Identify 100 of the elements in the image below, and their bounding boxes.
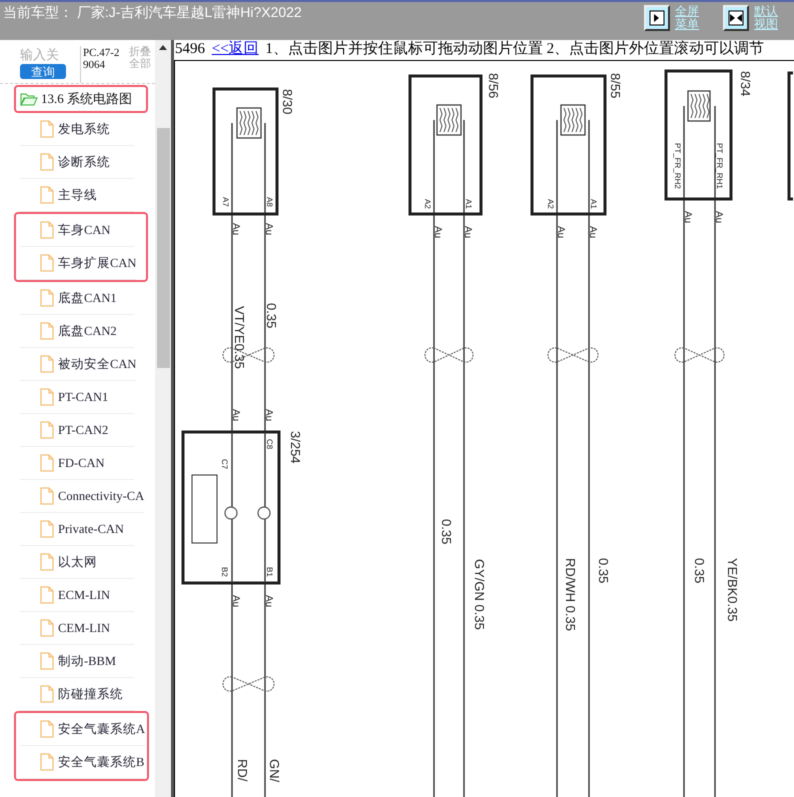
document-icon bbox=[40, 586, 54, 604]
tree-item[interactable]: 车身CAN bbox=[20, 214, 134, 247]
tree-item[interactable]: 主导线 bbox=[20, 179, 134, 212]
tree-item[interactable]: 车身扩展CAN bbox=[20, 247, 136, 280]
document-icon bbox=[40, 421, 54, 439]
connector-label: 3/254 bbox=[288, 431, 303, 464]
tree-item[interactable]: 制动-BBM bbox=[20, 645, 134, 678]
scrollbar[interactable] bbox=[155, 40, 171, 797]
wire-label: 0.35 bbox=[692, 558, 707, 584]
twist-symbol bbox=[424, 347, 474, 363]
pin-label: C7 bbox=[220, 459, 229, 470]
page-number: 5496 bbox=[175, 41, 205, 57]
pin-label: A7 bbox=[221, 197, 230, 207]
pin-label: C8 bbox=[265, 439, 274, 450]
document-icon bbox=[40, 520, 54, 538]
wire-label: GN/ bbox=[267, 759, 282, 782]
terminal-label: Au bbox=[555, 226, 566, 238]
connector-label: 8/56 bbox=[486, 73, 501, 98]
tree-item[interactable]: 安全气囊系统A bbox=[20, 713, 146, 746]
terminal-label: Au bbox=[263, 595, 274, 608]
tree-item[interactable]: ECM-LIN bbox=[20, 579, 134, 612]
tree-item[interactable]: 诊断系统 bbox=[20, 146, 134, 179]
twist-symbol bbox=[548, 347, 598, 363]
tree-item[interactable]: PT-CAN2 bbox=[20, 414, 134, 447]
scrollbar-thumb[interactable] bbox=[156, 128, 170, 368]
tree-item[interactable]: CEM-LIN bbox=[20, 612, 134, 645]
vehicle-title: 当前车型： 厂家:J-吉利汽车星越L雷神Hi?X2022 bbox=[3, 4, 302, 22]
expand-icon[interactable] bbox=[644, 5, 670, 31]
diagram-canvas[interactable]: 8/30 A7 A8 Au Au 8/56 A2 A1 Au Au 8/55 A2 A1 Au Au 8/34 PT_FR_RH2 PT_FR_RH1 Au Au 3/254 C7 C8 B2 B1 Au Au Au Au 0.35 VT/YE0.35 0.35 GY/GN 0.35 RD/WH 0.35 0.35 0.35 YE/BK0.35 RD/ GN/ bbox=[174, 61, 794, 797]
document-icon bbox=[40, 619, 54, 637]
connector-plug-drawing bbox=[236, 107, 262, 139]
document-icon bbox=[40, 186, 54, 204]
wire-label: VT/YE0.35 bbox=[232, 306, 247, 369]
connector-plug-drawing bbox=[436, 104, 462, 136]
document-icon bbox=[40, 454, 54, 472]
document-icon bbox=[40, 289, 54, 307]
tree-item[interactable]: 安全气囊系统B bbox=[20, 746, 144, 779]
terminal-label: Au bbox=[587, 226, 598, 238]
tree-item[interactable]: Private-CAN bbox=[20, 513, 134, 546]
pin-label: PT_FR_RH2 bbox=[673, 143, 682, 189]
search-button[interactable]: 查询 bbox=[20, 64, 66, 79]
wire-label: 0.35 bbox=[264, 303, 279, 328]
pin-label: A8 bbox=[265, 197, 274, 207]
pin-label: A1 bbox=[464, 199, 473, 209]
connector-label: 8/55 bbox=[608, 73, 623, 98]
terminal-label: Au bbox=[230, 409, 241, 422]
document-icon bbox=[40, 685, 54, 703]
wire-label: 0.35 bbox=[439, 519, 454, 544]
pin-label: B2 bbox=[220, 567, 229, 577]
terminal-label: Au bbox=[230, 595, 241, 608]
document-icon bbox=[40, 487, 54, 505]
wire-label: 0.35 bbox=[596, 558, 611, 584]
document-icon bbox=[40, 652, 54, 670]
tree-item[interactable]: 防碰撞系统 bbox=[20, 678, 134, 711]
document-icon bbox=[40, 322, 54, 340]
component-symbol bbox=[192, 474, 218, 544]
tree-item[interactable]: 被动安全CAN bbox=[20, 348, 136, 381]
terminal-label: Au bbox=[713, 211, 724, 224]
pin-label: A2 bbox=[423, 199, 432, 209]
terminal-label: Au bbox=[230, 223, 241, 236]
tree-item[interactable]: FD-CAN bbox=[20, 447, 134, 480]
terminal-label: Au bbox=[263, 409, 274, 422]
tree-item[interactable]: 以太网 bbox=[20, 546, 134, 579]
tree-item[interactable]: 发电系统 bbox=[20, 113, 134, 146]
document-icon bbox=[40, 355, 54, 373]
connector-plug-drawing bbox=[687, 90, 711, 122]
split-icon[interactable] bbox=[723, 5, 749, 31]
terminal-label: Au bbox=[432, 226, 443, 238]
tree-item[interactable]: 底盘CAN1 bbox=[20, 282, 134, 315]
coil-symbol bbox=[224, 506, 238, 520]
document-icon bbox=[40, 720, 54, 738]
back-link[interactable]: <<返回 bbox=[212, 41, 259, 57]
document-icon bbox=[40, 153, 54, 171]
document-icon bbox=[40, 120, 54, 138]
connector-plug-drawing bbox=[560, 104, 586, 136]
tree-item[interactable]: Connectivity-CA bbox=[20, 480, 144, 513]
connector-label: 8/30 bbox=[280, 89, 295, 114]
code-text: PC.47-29064 bbox=[83, 46, 120, 73]
wire-label: YE/BK0.35 bbox=[725, 558, 740, 622]
tree-item[interactable]: 底盘CAN2 bbox=[20, 315, 134, 348]
twist-symbol bbox=[222, 676, 274, 692]
terminal-label: Au bbox=[263, 223, 274, 236]
instructions-text: 1、点击图片并按住鼠标可拖动动图片位置 2、点击图片外位置滚动可以调节 bbox=[265, 41, 764, 57]
tree-item[interactable]: 13.6 系统电路图 bbox=[16, 90, 132, 108]
document-icon bbox=[40, 388, 54, 406]
wire-label: RD/WH 0.35 bbox=[563, 558, 578, 631]
connector-label: 8/34 bbox=[738, 71, 753, 96]
document-icon bbox=[40, 553, 54, 571]
terminal-label: Au bbox=[462, 226, 473, 238]
twist-symbol bbox=[674, 347, 724, 363]
pin-label: A2 bbox=[546, 199, 555, 209]
pin-label: PT_FR_RH1 bbox=[715, 143, 724, 189]
document-icon bbox=[40, 254, 54, 272]
scroll-up-icon[interactable] bbox=[159, 45, 167, 50]
pin-label: A1 bbox=[589, 199, 598, 209]
wire-label: GY/GN 0.35 bbox=[472, 559, 487, 630]
document-icon bbox=[40, 221, 54, 239]
coil-symbol bbox=[257, 506, 271, 520]
wire-label: RD/ bbox=[235, 759, 250, 782]
tree-item[interactable]: PT-CAN1 bbox=[20, 381, 134, 414]
